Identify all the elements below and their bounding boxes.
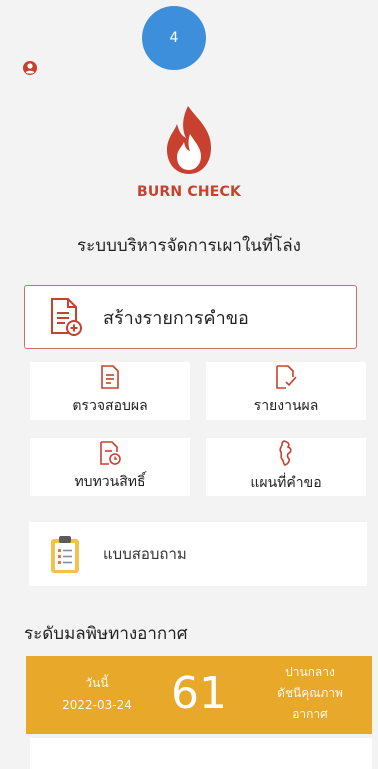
air-quality-section-title: ระดับมลพิษทางอากาศ bbox=[24, 624, 188, 644]
check-result-label: ตรวจสอบผล bbox=[72, 398, 148, 414]
step-badge: 4 bbox=[142, 6, 206, 70]
create-request-label: สร้างรายการคำขอ bbox=[103, 307, 249, 329]
document-icon bbox=[101, 365, 119, 389]
aqi-day-label: วันนี้ bbox=[85, 676, 109, 690]
review-rights-label: ทบทวนสิทธิ์ bbox=[74, 474, 146, 490]
flame-icon bbox=[167, 106, 211, 174]
aqi-status-line-2: ดัชนีคุณภาพ bbox=[277, 686, 343, 700]
app-brand: BURN CHECK bbox=[136, 184, 242, 200]
app-logo: BURN CHECK bbox=[0, 104, 378, 200]
document-clock-icon bbox=[100, 441, 121, 465]
app-subtitle: ระบบบริหารจัดการเผาในที่โล่ง bbox=[77, 236, 301, 256]
aqi-date: 2022-03-24 bbox=[62, 698, 132, 712]
aqi-date-block: วันนี้ 2022-03-24 bbox=[42, 672, 152, 716]
report-result-button[interactable]: รายงานผล bbox=[206, 362, 366, 420]
air-quality-detail-card bbox=[30, 738, 372, 769]
aqi-status-line-1: ปานกลาง bbox=[285, 665, 335, 679]
document-check-icon bbox=[276, 365, 297, 389]
questionnaire-button[interactable]: แบบสอบถาม bbox=[29, 522, 367, 586]
report-result-label: รายงานผล bbox=[253, 398, 319, 414]
create-request-button[interactable]: สร้างรายการคำขอ bbox=[24, 285, 357, 349]
questionnaire-label: แบบสอบถาม bbox=[103, 545, 187, 563]
document-add-icon bbox=[51, 298, 82, 336]
review-rights-button[interactable]: ทบทวนสิทธิ์ bbox=[30, 438, 190, 496]
clipboard-icon bbox=[51, 536, 79, 573]
aqi-status-line-3: อากาศ bbox=[292, 707, 328, 721]
aqi-status-block: ปานกลาง ดัชนีคุณภาพ อากาศ bbox=[248, 662, 372, 725]
map-icon bbox=[279, 440, 292, 466]
request-map-label: แผนที่คำขอ bbox=[250, 475, 322, 491]
air-quality-panel[interactable]: วันนี้ 2022-03-24 61 ปานกลาง ดัชนีคุณภาพ… bbox=[26, 656, 372, 734]
aqi-value: 61 bbox=[171, 668, 227, 719]
user-icon[interactable] bbox=[22, 60, 38, 76]
check-result-button[interactable]: ตรวจสอบผล bbox=[30, 362, 190, 420]
request-map-button[interactable]: แผนที่คำขอ bbox=[206, 438, 366, 496]
